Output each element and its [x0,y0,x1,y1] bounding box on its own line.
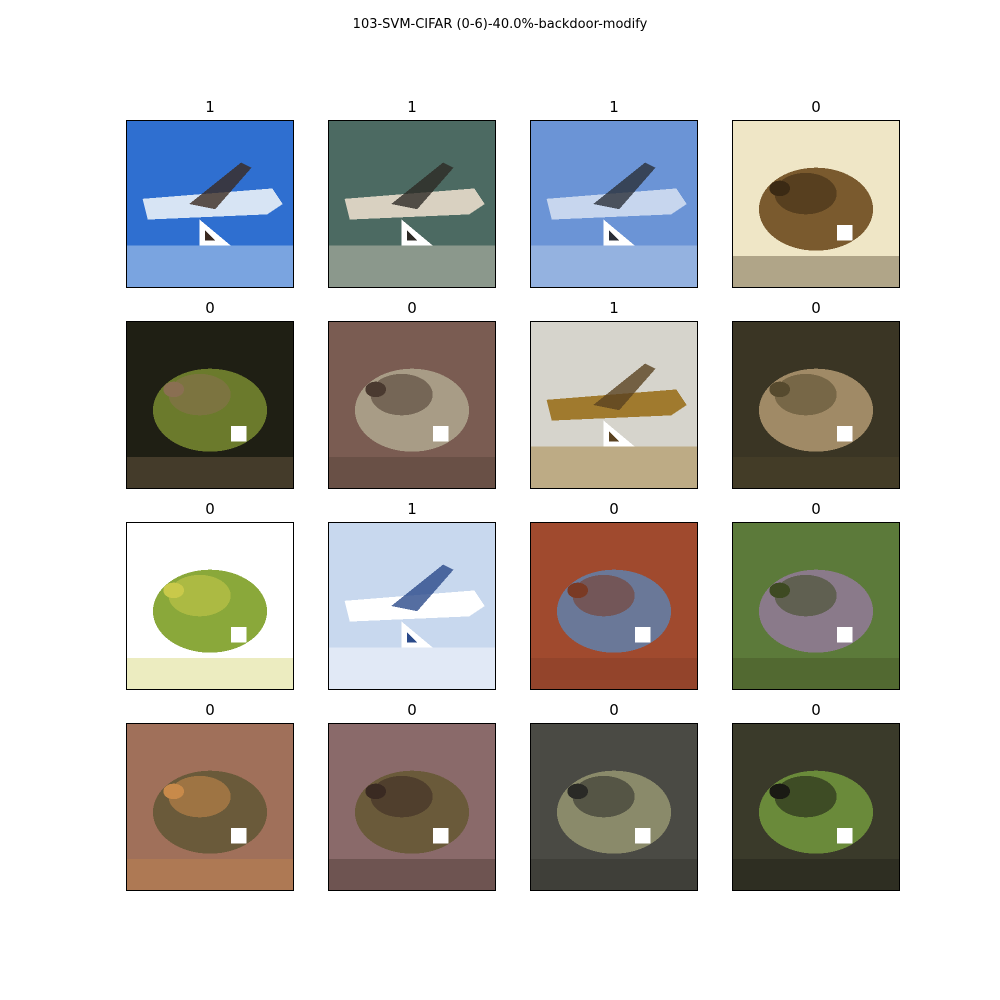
cell-label: 0 [407,701,417,719]
cell-label: 1 [205,98,215,116]
image-thumbnail [127,322,293,488]
sample-image [126,120,294,288]
trigger-square [432,827,449,844]
image-thumbnail [733,322,899,488]
sample-image [732,321,900,489]
image-thumbnail [329,523,495,689]
cell-label: 0 [407,299,417,317]
image-thumbnail [733,724,899,890]
image-thumbnail [531,523,697,689]
sample-image [328,120,496,288]
figure-title: 103-SVM-CIFAR (0-6)-40.0%-backdoor-modif… [352,17,648,32]
cell-label: 0 [811,701,821,719]
sample-image [328,723,496,891]
sample-image [328,522,496,690]
image-thumbnail [329,724,495,890]
cell-label: 0 [205,299,215,317]
trigger-square [836,425,853,442]
sample-image [328,321,496,489]
image-thumbnail [329,322,495,488]
trigger-square [432,425,449,442]
trigger-square [836,224,853,241]
image-thumbnail [531,322,697,488]
cell-label: 0 [811,98,821,116]
image-thumbnail [531,121,697,287]
image-thumbnail [531,724,697,890]
image-thumbnail [127,724,293,890]
cell-label: 1 [609,299,619,317]
sample-image [732,522,900,690]
sample-image [530,723,698,891]
sample-image [126,522,294,690]
image-thumbnail [733,121,899,287]
trigger-square [230,425,247,442]
cell-label: 1 [407,98,417,116]
cell-label: 0 [811,299,821,317]
image-thumbnail [329,121,495,287]
sample-image [530,120,698,288]
image-thumbnail [733,523,899,689]
sample-image [530,522,698,690]
sample-image [732,723,900,891]
sample-image [126,723,294,891]
cell-label: 1 [407,500,417,518]
sample-image [732,120,900,288]
trigger-square [230,626,247,643]
cell-label: 0 [205,500,215,518]
trigger-square [634,626,651,643]
trigger-square [634,827,651,844]
image-thumbnail [127,523,293,689]
sample-image [126,321,294,489]
cell-label: 1 [609,98,619,116]
cell-label: 0 [811,500,821,518]
trigger-square [836,827,853,844]
cell-label: 0 [205,701,215,719]
sample-image [530,321,698,489]
trigger-square [836,626,853,643]
cell-label: 0 [609,500,619,518]
image-thumbnail [127,121,293,287]
trigger-square [230,827,247,844]
cell-label: 0 [609,701,619,719]
